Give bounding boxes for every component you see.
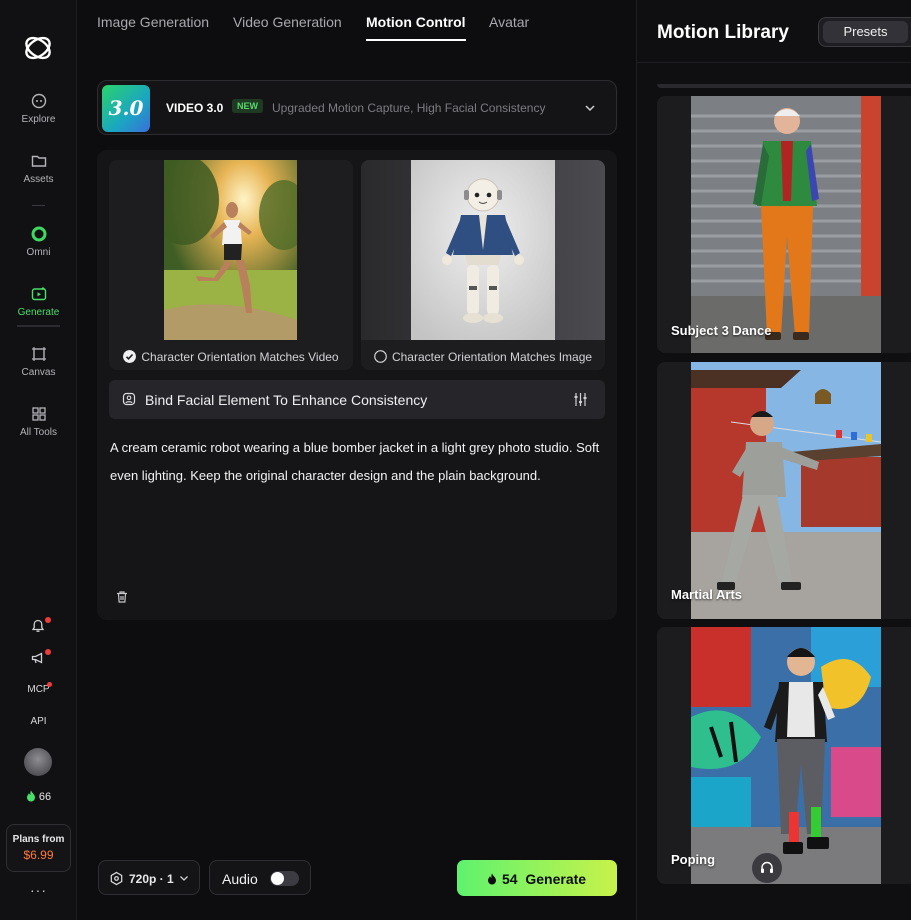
motion-preview-thumbnail [691, 627, 881, 884]
sidebar-item-label: Assets [23, 174, 54, 185]
flame-icon [488, 873, 496, 885]
model-description: Upgraded Motion Capture, High Facial Con… [272, 101, 546, 115]
presets-tab-group[interactable]: Presets [818, 17, 911, 47]
tab-video-generation[interactable]: Video Generation [233, 14, 342, 30]
image-orientation-label: Character Orientation Matches Image [391, 350, 593, 364]
omni-ring-icon [31, 226, 46, 242]
sidebar-item-omni[interactable]: Omni [0, 225, 77, 258]
model-thumbnail: 3.0 [102, 85, 150, 132]
audio-label: Audio [222, 871, 258, 887]
video-orientation-option[interactable]: Character Orientation Matches Video [109, 350, 353, 364]
active-indicator [17, 325, 60, 327]
motion-card-poping[interactable]: Poping [657, 627, 911, 884]
settings-hexagon-icon [110, 871, 123, 886]
mcp-link[interactable]: MCP [0, 684, 77, 695]
face-lock-icon [122, 392, 136, 406]
compass-icon [31, 93, 46, 109]
avatar[interactable] [24, 748, 52, 776]
tab-motion-control[interactable]: Motion Control [366, 14, 466, 30]
model-selector[interactable]: 3.0 VIDEO 3.0 NEW Upgraded Motion Captur… [97, 80, 617, 135]
motion-card-title: Poping [671, 852, 716, 867]
plans-title: Plans from [12, 834, 65, 845]
checked-circle-icon [123, 350, 137, 363]
tab-avatar[interactable]: Avatar [489, 14, 529, 30]
notification-dot [45, 617, 51, 623]
new-badge: NEW [232, 99, 263, 113]
folder-icon [31, 155, 46, 167]
sidebar-item-label: Canvas [21, 367, 56, 378]
motion-card-subject-3-dance[interactable]: Subject 3 Dance [657, 96, 911, 353]
toggle-knob [271, 872, 284, 885]
generate-button[interactable]: 54 Generate [457, 860, 617, 896]
canvas-icon [31, 347, 46, 361]
reference-video-card[interactable]: Character Orientation Matches Video [109, 160, 353, 370]
motion-library-title: Motion Library [657, 22, 789, 43]
reference-image-card[interactable]: Character Orientation Matches Image [361, 160, 605, 370]
tab-image-generation[interactable]: Image Generation [97, 14, 209, 30]
generate-icon [31, 286, 46, 301]
unchecked-circle-icon [374, 350, 387, 363]
bell-icon[interactable] [30, 618, 46, 634]
app-logo-icon[interactable] [22, 32, 54, 64]
bind-facial-element-button[interactable]: Bind Facial Element To Enhance Consisten… [109, 380, 605, 419]
sidebar-item-label: Explore [21, 114, 56, 125]
sidebar-item-explore[interactable]: Explore [0, 92, 77, 125]
model-name: VIDEO 3.0 [166, 101, 224, 115]
motion-card-title: Martial Arts [671, 587, 743, 602]
motion-preview-thumbnail [691, 96, 881, 353]
bind-facial-label: Bind Facial Element To Enhance Consisten… [145, 392, 428, 408]
audio-toggle[interactable] [270, 871, 299, 886]
sidebar: Explore Assets Omni Generate Canvas All … [0, 0, 77, 920]
notification-dot [45, 649, 51, 655]
flame-icon [26, 790, 35, 802]
sidebar-item-label: Omni [26, 247, 51, 258]
reference-image-thumbnail [361, 160, 605, 340]
audio-toggle-control[interactable]: Audio [209, 860, 311, 895]
motion-card-title: Subject 3 Dance [671, 323, 772, 338]
trash-icon[interactable] [115, 590, 129, 604]
sliders-icon[interactable] [573, 392, 588, 407]
megaphone-icon[interactable] [30, 650, 46, 666]
previous-card-edge [657, 84, 911, 88]
grid-icon [31, 407, 46, 421]
motion-library-panel: Motion Library Presets Subject 3 Dance M… [637, 0, 911, 920]
api-link[interactable]: API [0, 716, 77, 727]
sidebar-item-generate[interactable]: Generate [0, 285, 77, 318]
notification-dot [47, 682, 52, 687]
sidebar-divider [32, 205, 45, 206]
resolution-value: 720p · 1 [129, 872, 174, 886]
chevron-down-icon [585, 105, 595, 112]
video-orientation-label: Character Orientation Matches Video [141, 350, 339, 364]
sidebar-item-all-tools[interactable]: All Tools [0, 405, 77, 438]
sidebar-item-assets[interactable]: Assets [0, 152, 77, 185]
prompt-textarea[interactable]: A cream ceramic robot wearing a blue bom… [110, 434, 606, 490]
generate-label: Generate [525, 871, 587, 887]
divider [637, 62, 911, 63]
reference-video-thumbnail [164, 160, 297, 340]
motion-input-panel: Character Orientation Matches Video Char… [97, 150, 617, 620]
support-chat-button[interactable] [752, 853, 782, 883]
chevron-down-icon [180, 876, 188, 881]
active-tab-indicator [366, 39, 466, 41]
sidebar-item-canvas[interactable]: Canvas [0, 345, 77, 378]
more-button[interactable]: ··· [0, 882, 77, 898]
image-orientation-option[interactable]: Character Orientation Matches Image [361, 350, 605, 364]
sidebar-item-label: Generate [17, 307, 60, 318]
headset-icon [761, 861, 773, 873]
sidebar-item-label: All Tools [19, 427, 58, 438]
plans-button[interactable]: Plans from $6.99 [6, 824, 71, 872]
motion-card-martial-arts[interactable]: Martial Arts [657, 362, 911, 619]
motion-preview-thumbnail [691, 362, 881, 619]
credits-balance: 66 [0, 790, 77, 803]
credits-value: 66 [38, 791, 52, 803]
tab-presets[interactable]: Presets [823, 21, 908, 43]
plans-price: $6.99 [23, 848, 54, 862]
resolution-selector[interactable]: 720p · 1 [98, 860, 200, 895]
generate-cost: 54 [502, 871, 518, 887]
